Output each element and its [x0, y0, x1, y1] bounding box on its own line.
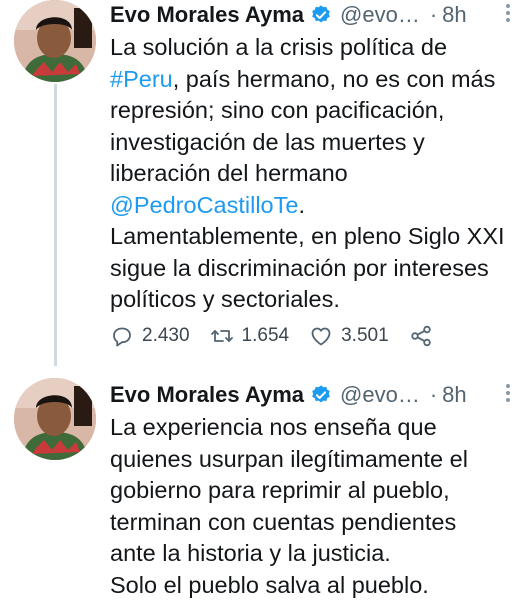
- heart-icon: [311, 327, 331, 346]
- tweet-text-line: La solución a la crisis política de: [110, 32, 515, 64]
- tweet-text-line: ante la historia y la justicia.: [110, 538, 515, 570]
- tweet-header: Evo Morales Ayma @evo… · 8h: [110, 380, 520, 410]
- author-handle[interactable]: @evo…: [340, 382, 420, 408]
- tweet-text-segment: quienes usurpan ilegítimamente el: [110, 445, 468, 472]
- verified-badge-icon: [312, 5, 330, 23]
- tweet-text-segment: Solo el pueblo salva al pueblo.: [110, 571, 429, 598]
- reply-button[interactable]: 2.430: [110, 324, 190, 348]
- tweet-text-segment: investigación de las muertes y: [110, 128, 425, 155]
- tweet-text-line: Lamentablemente, en pleno Siglo XXI: [110, 221, 515, 253]
- tweet-text-segment: La solución a la crisis política de: [110, 34, 448, 60]
- tweet-text-segment: sigue la discriminación por intereses: [110, 254, 489, 281]
- tweet[interactable]: Evo Morales Ayma @evo… · 8h La solución …: [0, 0, 520, 370]
- author-name[interactable]: Evo Morales Ayma: [110, 2, 304, 28]
- tweet-text-line: #Peru, país hermano, no es con más: [110, 64, 515, 96]
- tweet-text-line: gobierno para reprimir al pueblo,: [110, 475, 515, 507]
- tweet-text: La solución a la crisis política de #Peru…: [110, 32, 515, 316]
- tweet-text-segment: gobierno para reprimir al pueblo,: [110, 477, 450, 503]
- thread-connector-line: [54, 84, 57, 366]
- tweet-text-line: represión; sino con pacificación,: [110, 95, 515, 127]
- author-handle[interactable]: @evo…: [340, 2, 420, 28]
- like-button[interactable]: 3.501: [309, 324, 389, 348]
- author-name[interactable]: Evo Morales Ayma: [110, 382, 304, 408]
- tweet-actions: 2.430 1.654 3.501: [110, 322, 461, 350]
- tweet-text-segment: ante la historia y la justicia.: [110, 540, 391, 566]
- verified-badge-icon: [312, 385, 330, 403]
- timestamp[interactable]: 8h: [442, 382, 466, 408]
- profile-photo: [14, 378, 96, 460]
- tweet-text-line: liberación del hermano: [110, 158, 515, 190]
- tweet-text-line: políticos y sectoriales.: [110, 284, 515, 316]
- tweet-text-segment: , país hermano, no es con más: [172, 65, 496, 92]
- tweet[interactable]: Evo Morales Ayma @evo… · 8h La experienc…: [0, 370, 520, 600]
- more-options-icon[interactable]: [506, 4, 510, 24]
- tweet-text-line: quienes usurpan ilegítimamente el: [110, 444, 515, 476]
- tweet-text-segment: La experiencia nos enseña que: [110, 414, 437, 440]
- reply-icon: [113, 327, 131, 347]
- timestamp[interactable]: 8h: [442, 2, 466, 28]
- retweet-icon: [210, 330, 233, 342]
- retweet-count: 1.654: [241, 325, 290, 346]
- mention-link[interactable]: @PedroCastilloTe: [110, 192, 298, 218]
- more-options-icon[interactable]: [506, 384, 510, 404]
- tweet-text-line: sigue la discriminación por intereses: [110, 253, 515, 285]
- profile-photo: [14, 0, 96, 82]
- tweet-text-line: terminan con cuentas pendientes: [110, 507, 515, 539]
- tweet-text-segment: .: [298, 191, 305, 218]
- tweet-header: Evo Morales Ayma @evo… · 8h: [110, 0, 520, 30]
- tweet-text-line: investigación de las muertes y: [110, 127, 515, 159]
- tweet-text-segment: liberación del hermano: [110, 160, 348, 186]
- separator-dot: ·: [429, 2, 438, 27]
- hashtag-link[interactable]: #Peru: [110, 66, 173, 92]
- tweet-text-line: Solo el pueblo salva al pueblo.: [110, 570, 515, 600]
- tweet-text-segment: Lamentablemente, en pleno Siglo XXI: [110, 223, 505, 249]
- reply-count: 2.430: [142, 325, 190, 346]
- tweet-text-line: @PedroCastilloTe.: [110, 190, 515, 222]
- separator-dot: ·: [429, 382, 438, 407]
- tweet-text-line: La experiencia nos enseña que: [110, 412, 515, 444]
- avatar[interactable]: [14, 0, 96, 82]
- share-icon: [410, 325, 431, 347]
- retweet-button[interactable]: 1.654: [210, 324, 290, 348]
- like-count: 3.501: [341, 325, 389, 346]
- avatar[interactable]: [14, 378, 96, 460]
- share-button[interactable]: [409, 324, 441, 348]
- tweet-text-segment: represión; sino con pacificación,: [110, 97, 445, 123]
- tweet-text-segment: políticos y sectoriales.: [110, 286, 340, 312]
- tweet-text-segment: terminan con cuentas pendientes: [110, 508, 457, 535]
- tweet-text: La experiencia nos enseña que quienes usu…: [110, 412, 515, 600]
